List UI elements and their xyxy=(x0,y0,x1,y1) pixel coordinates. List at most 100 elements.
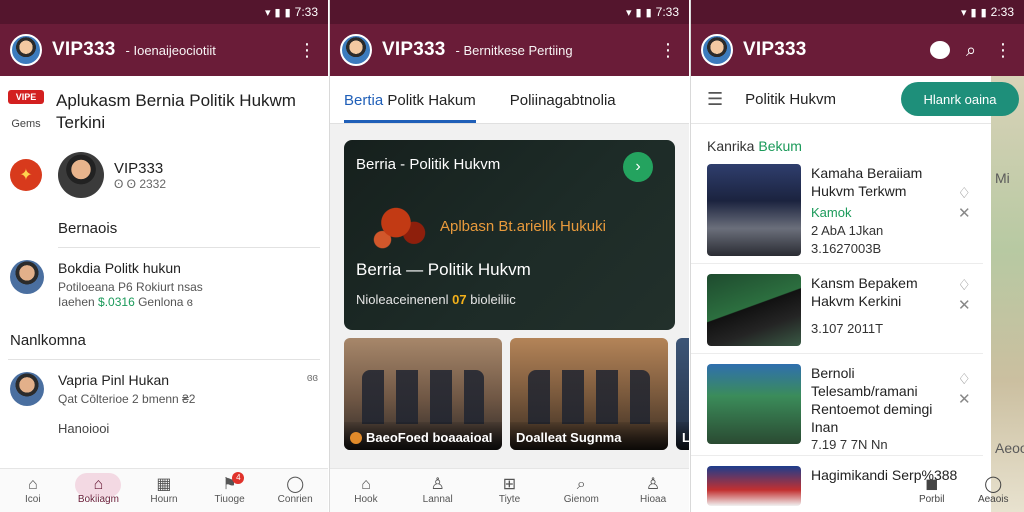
list-item[interactable]: Vapria Pinl Hukan Qat Cōlterioe 2 bmenn … xyxy=(0,360,328,407)
screen-category: ▾ ▮ ▮ 2:33 VIP333 ⌕ ⋮ Mi Aeoo ☰ Politik … xyxy=(690,0,1024,512)
article-image xyxy=(707,466,801,506)
status-bar: ▾ ▮ ▮ 2:33 xyxy=(691,0,1024,24)
app-brand: VIP333 xyxy=(382,39,446,60)
article-actions: ♢ ✕ xyxy=(958,370,971,408)
close-icon[interactable]: ✕ xyxy=(958,390,971,408)
app-logo: VIPE Gems xyxy=(8,90,44,134)
article-item[interactable]: Kansm Bepakem Hakvm Kerkini 3.107 2011T … xyxy=(691,264,983,354)
list-item-plain[interactable]: Hanoiooi xyxy=(0,407,328,436)
nav-label: Hioaa xyxy=(640,494,667,505)
nav-item-active[interactable]: ⌂ Bokiiagm xyxy=(66,469,132,512)
battery-icon: ▮ xyxy=(645,6,652,19)
menu-icon[interactable]: ☰ xyxy=(707,89,723,110)
bottom-nav: ◼ Porbil ◯ Aeaois xyxy=(901,468,1024,512)
profile-row[interactable]: ✦ VIP333 ʘ ʘ 2332 xyxy=(0,134,328,198)
more-vert-icon[interactable]: ⋮ xyxy=(992,40,1014,61)
nav-item-account[interactable]: ◯ Aeaois xyxy=(963,468,1024,512)
bottom-nav: ⌂ Icoi ⌂ Bokiiagm ▦ Hourn 4 ⚑ Tiuoge ◯ Conrien xyxy=(0,468,328,512)
grid-icon: ⊞ xyxy=(502,476,517,493)
article-image xyxy=(707,364,801,444)
hero-title: Aplukasm Bernia Politik Hukwm Terkini xyxy=(56,91,296,132)
nav-item-home[interactable]: ⌂ Hook xyxy=(330,469,402,512)
bottom-nav: ⌂ Hook ♙ Lannal ⊞ Tiyte ⌕ Gienom ♙ Hioaa xyxy=(330,468,689,512)
article-item[interactable]: Bernoli Telesamb/ramani Rentoemot deming… xyxy=(691,354,983,456)
article-title: Bernoli Telesamb/ramani Rentoemot deming… xyxy=(811,365,933,435)
tab-label: Politk Hakum xyxy=(387,92,476,109)
group-heading: Nanlkomna xyxy=(10,332,86,349)
nav-item-home[interactable]: ⌂ Icoi xyxy=(0,469,66,512)
home-icon: ⌂ xyxy=(27,476,38,493)
bookmark-icon[interactable]: ♢ xyxy=(958,370,971,388)
nav-label: Lannal xyxy=(422,494,453,505)
star-fab-icon[interactable]: ✦ xyxy=(10,159,42,191)
hero: VIPE Gems Aplukasm Bernia Politik Hukwm … xyxy=(0,76,328,134)
nav-item-grid[interactable]: ⊞ Tiyte xyxy=(474,469,546,512)
person-icon: ♙ xyxy=(430,476,445,493)
nav-item-grid[interactable]: ▦ Hourn xyxy=(131,469,197,512)
filter-title: Politik Hukvm xyxy=(745,91,836,108)
news-thumbnail[interactable]: Liedo xyxy=(676,338,689,450)
close-icon[interactable]: ✕ xyxy=(958,296,971,314)
tab-label: Bertia xyxy=(344,92,384,109)
status-time: 7:33 xyxy=(655,5,679,19)
nav-label: Hourn xyxy=(150,494,178,505)
battery-icon: ▮ xyxy=(980,6,987,19)
article-item[interactable]: Kamaha Beraiiam Hukvm Terkwm Kamok 2 AbA… xyxy=(691,154,983,264)
app-bar: VIP333 - Ioenaijeociotiit ⋮ xyxy=(0,24,328,76)
arrow-right-icon[interactable]: › xyxy=(623,152,653,182)
article-title: Kamaha Beraiiam Hukvm Terkwm xyxy=(811,165,923,199)
tab-bar: Bertia Politk Hakum Poliinagabtnolia xyxy=(330,76,689,124)
featured-tag: Berria - Politik Hukvm xyxy=(356,156,501,173)
thumb-caption: Liedo xyxy=(676,422,689,450)
source-icon xyxy=(350,432,362,444)
screen-news: ▾ ▮ ▮ 7:33 VIP333 - Bernitkese Pertiing … xyxy=(329,0,689,512)
item-meta-price: $.0316 xyxy=(98,295,135,309)
profile-avatar xyxy=(58,152,104,198)
nav-label: Tiyte xyxy=(498,494,521,505)
nav-item-profile[interactable]: ◯ Conrien xyxy=(262,469,328,512)
section-label: Bernaois xyxy=(58,220,118,237)
nav-label: Gienom xyxy=(563,494,599,505)
app-subtitle-text: Bernitkese Pertiing xyxy=(463,42,573,58)
nav-label: Conrien xyxy=(277,494,313,505)
tab-news-politics[interactable]: Bertia Politk Hakum xyxy=(344,92,476,123)
nav-label: Bokiiagm xyxy=(77,494,119,505)
action-pill-button[interactable]: Hlanrk oaina xyxy=(901,82,1019,116)
status-bar: ▾ ▮ ▮ 7:33 xyxy=(330,0,689,24)
nav-label: Aeaois xyxy=(977,493,1009,505)
nav-item-account[interactable]: ♙ Lannal xyxy=(402,469,474,512)
item-trailing-icon[interactable]: ɞɞ xyxy=(307,372,318,407)
close-icon[interactable]: ✕ xyxy=(958,204,971,222)
nav-item-notifications[interactable]: 4 ⚑ Tiuoge xyxy=(197,469,263,512)
nav-item-profile[interactable]: ♙ Hioaa xyxy=(617,469,689,512)
bookmark-icon[interactable]: ♢ xyxy=(958,184,971,202)
article-title: Kansm Bepakem Hakvm Kerkini xyxy=(811,275,918,309)
status-time: 2:33 xyxy=(990,5,1014,19)
more-vert-icon[interactable]: ⋮ xyxy=(296,40,318,61)
news-thumbnail[interactable]: BaeoFoed boaaaioaI xyxy=(344,338,502,450)
article-actions: ♢ ✕ xyxy=(958,276,971,314)
avatar[interactable] xyxy=(701,34,733,66)
wifi-icon: ▾ xyxy=(625,6,632,19)
news-thumbnail[interactable]: Doalleat Sugnma xyxy=(510,338,668,450)
card-icon: ◼ xyxy=(925,475,939,493)
search-icon[interactable]: ⌕ xyxy=(960,40,982,61)
tab-secondary[interactable]: Poliinagabtnolia xyxy=(510,92,616,123)
side-panel-label: Aeoo xyxy=(995,440,1024,456)
item-meta: Potiloeana P6 Rokiurt nsas Iaehen $.0316… xyxy=(58,280,203,310)
avatar[interactable] xyxy=(340,34,372,66)
thumb-caption: BaeoFoed boaaaioaI xyxy=(344,422,502,450)
news-content: Berria - Politik Hukvm › Aplbasn Bt.arie… xyxy=(330,124,689,512)
app-subtitle: - Ioenaijeociotiit xyxy=(125,42,216,58)
nav-item-profile[interactable]: ◼ Porbil xyxy=(901,468,963,512)
battery-icon: ▮ xyxy=(284,6,291,19)
avatar[interactable] xyxy=(10,34,42,66)
nav-item-search[interactable]: ⌕ Gienom xyxy=(545,469,617,512)
bookmark-icon[interactable]: ♢ xyxy=(958,276,971,294)
list-item[interactable]: Bokdia Politk hukun Potiloeana P6 Rokiur… xyxy=(0,248,328,310)
chat-icon[interactable] xyxy=(930,41,950,59)
home-icon: ⌂ xyxy=(93,476,104,493)
notification-badge: 4 xyxy=(232,472,245,484)
featured-card[interactable]: Berria - Politik Hukvm › Aplbasn Bt.arie… xyxy=(344,140,675,330)
more-vert-icon[interactable]: ⋮ xyxy=(657,40,679,61)
